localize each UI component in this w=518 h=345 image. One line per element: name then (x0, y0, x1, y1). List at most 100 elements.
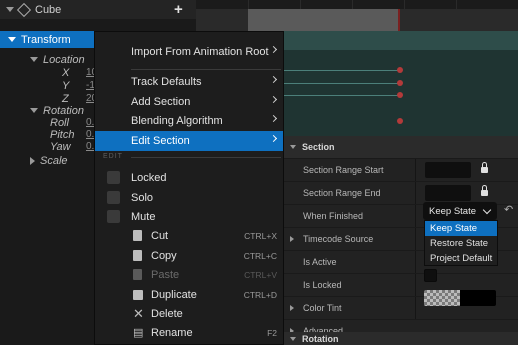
menu-item-blending-algorithm[interactable]: Blending Algorithm (95, 111, 283, 130)
chevron-right-icon (269, 45, 278, 54)
shortcut-label: F2 (267, 327, 277, 338)
copy-icon (133, 250, 142, 261)
key-line (284, 83, 400, 84)
menu-item-locked[interactable]: Locked (95, 168, 283, 187)
add-track-button[interactable]: + (174, 1, 183, 18)
menu-item-label: Copy (151, 249, 177, 262)
menu-item-label: Rename (151, 326, 193, 339)
rename-icon: ▤ (133, 326, 144, 339)
property-label: Section Range Start (303, 165, 384, 175)
shortcut-label: CTRL+V (244, 269, 277, 280)
tree-item-label: Cube (35, 3, 62, 16)
column-divider (415, 297, 416, 319)
section-category-header[interactable]: Section (284, 136, 518, 159)
menu-item-mute[interactable]: Mute (95, 207, 283, 226)
context-menu: Import From Animation Root Track Default… (94, 31, 284, 345)
dropdown-option[interactable]: Project Default (425, 251, 497, 266)
menu-item-paste[interactable]: Paste CTRL+V (95, 265, 283, 284)
solo-checkbox[interactable] (107, 191, 120, 204)
property-label: Is Active (303, 257, 337, 267)
mute-checkbox[interactable] (107, 210, 120, 223)
menu-item-label: Duplicate (151, 288, 197, 301)
lock-icon[interactable] (481, 162, 488, 173)
lock-icon[interactable] (481, 185, 488, 196)
chevron-right-icon (269, 95, 278, 104)
menu-divider (131, 157, 281, 158)
chevron-down-icon[interactable] (290, 145, 296, 149)
keyframe-icon[interactable] (397, 118, 403, 124)
shortcut-label: CTRL+X (244, 230, 277, 241)
tree-item-label: Transform (21, 33, 71, 46)
menu-item-add-section[interactable]: Add Section (95, 92, 283, 111)
section-bar[interactable] (248, 9, 400, 31)
chevron-right-icon[interactable] (30, 156, 35, 165)
column-divider (415, 159, 416, 181)
cube-icon (16, 2, 32, 17)
rotation-category-header[interactable]: Rotation (284, 332, 518, 345)
keyframe-icon[interactable] (397, 80, 403, 86)
tree-row-cube[interactable]: Cube + (0, 0, 196, 19)
column-divider (415, 228, 416, 250)
when-finished-combo[interactable]: Keep State (423, 202, 497, 220)
menu-item-copy[interactable]: Copy CTRL+C (95, 246, 283, 265)
menu-item-label: Add Section (131, 95, 191, 108)
color-tint-swatch[interactable] (424, 290, 496, 306)
is-locked-checkbox[interactable] (424, 269, 437, 282)
key-line (284, 70, 400, 71)
chevron-down-icon[interactable] (290, 336, 296, 341)
delete-icon: ✕ (133, 305, 144, 321)
chevron-right-icon (269, 134, 278, 143)
menu-item-rename[interactable]: ▤ Rename F2 (95, 323, 283, 342)
chevron-down-icon[interactable] (8, 37, 16, 42)
dropdown-option[interactable]: Restore State (425, 236, 497, 251)
chevron-right-icon[interactable] (290, 236, 294, 242)
menu-item-label: Paste (151, 268, 180, 281)
property-label: Is Locked (303, 280, 342, 290)
menu-item-import-from-animation-root[interactable]: Import From Animation Root (95, 42, 283, 61)
range-start-field[interactable] (425, 162, 471, 178)
tree-row-scale[interactable]: Scale (0, 151, 68, 170)
chevron-down-icon (482, 205, 492, 215)
key-line (284, 95, 400, 96)
category-label: Rotation (302, 333, 339, 344)
chevron-right-icon (269, 114, 278, 123)
keyframe-icon[interactable] (397, 67, 403, 73)
menu-item-duplicate[interactable]: Duplicate CTRL+D (95, 285, 283, 304)
menu-item-label: Blending Algorithm (131, 114, 223, 127)
column-divider (415, 274, 416, 296)
chevron-down-icon[interactable] (30, 57, 38, 62)
menu-item-label: Cut (151, 229, 169, 242)
shortcut-label: CTRL+D (243, 289, 277, 300)
menu-item-label: Import From Animation Root (131, 45, 269, 58)
column-divider (415, 251, 416, 273)
range-end-field[interactable] (425, 185, 471, 201)
column-divider (415, 182, 416, 204)
menu-item-label: Solo (131, 191, 154, 204)
menu-item-edit-section[interactable]: Edit Section (95, 131, 283, 151)
menu-item-cut[interactable]: Cut CTRL+X (95, 226, 283, 245)
keyframe-icon[interactable] (397, 92, 403, 98)
menu-item-delete[interactable]: ✕ Delete (95, 304, 283, 323)
reset-to-default-icon[interactable]: ↶ (504, 203, 513, 216)
menu-item-track-defaults[interactable]: Track Defaults (95, 72, 283, 91)
menu-item-solo[interactable]: Solo (95, 188, 283, 207)
dropdown-option[interactable]: Keep State (425, 221, 497, 236)
chevron-down-icon[interactable] (6, 7, 14, 12)
property-label: When Finished (303, 211, 364, 221)
column-divider (415, 205, 416, 227)
menu-item-label: Mute (131, 210, 156, 223)
when-finished-dropdown-list: Keep State Restore State Project Default (424, 220, 498, 266)
category-label: Section (302, 142, 335, 152)
edit-header: EDIT (103, 153, 123, 160)
paste-icon (133, 269, 142, 280)
locked-checkbox[interactable] (107, 171, 120, 184)
property-label: Color Tint (303, 303, 342, 313)
combo-value: Keep State (429, 205, 477, 217)
property-label: Section Range End (303, 188, 381, 198)
property-label: Timecode Source (303, 234, 374, 244)
cut-icon (133, 230, 142, 241)
property-row-range-start: Section Range Start (284, 159, 518, 182)
menu-item-label: Edit Section (131, 135, 190, 147)
menu-item-label: Locked (131, 171, 167, 184)
chevron-right-icon[interactable] (290, 305, 294, 311)
